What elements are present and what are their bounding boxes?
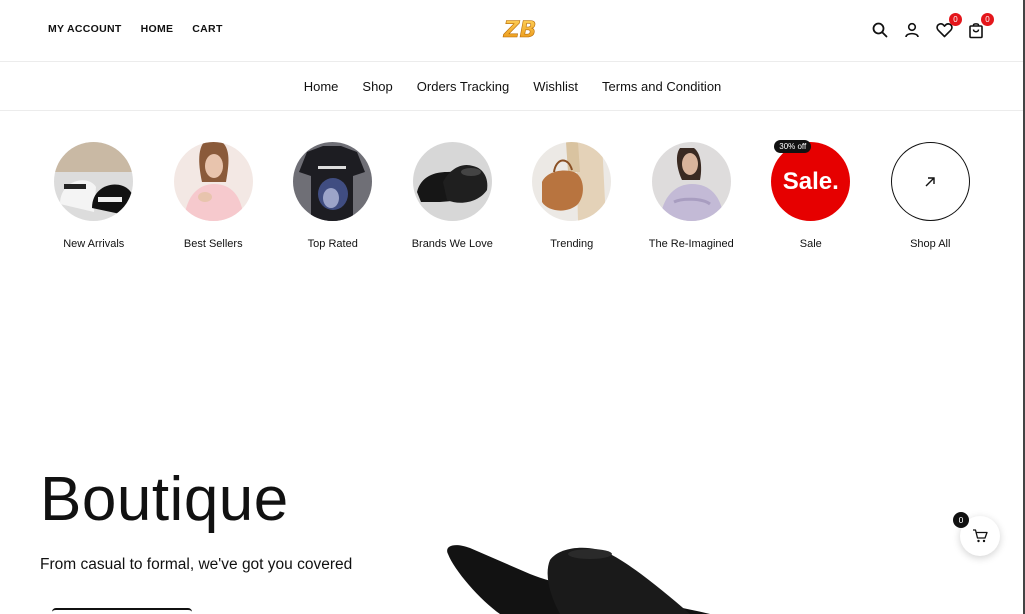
heart-icon	[935, 23, 953, 38]
cart-button[interactable]: 0	[967, 13, 994, 40]
category-image[interactable]	[293, 142, 373, 221]
user-icon[interactable]	[903, 20, 921, 40]
cart-count-badge: 0	[981, 13, 994, 26]
arrow-up-right-icon	[925, 176, 935, 186]
category-image[interactable]	[412, 142, 492, 221]
nav-home[interactable]: Home	[304, 79, 339, 94]
hero-subtitle: From casual to formal, we've got you cov…	[40, 556, 353, 573]
category-image[interactable]	[54, 142, 134, 221]
discount-badge: 30% off	[774, 140, 812, 153]
wishlist-button[interactable]: 0	[935, 13, 962, 40]
wishlist-count-badge: 0	[949, 13, 962, 26]
sale-circle-wrap[interactable]: 30% off Sale.	[771, 140, 851, 221]
logo-text: ZB	[503, 18, 537, 43]
shop-all-circle[interactable]	[890, 142, 970, 221]
bag-icon	[969, 22, 983, 38]
hero-title: Boutique	[40, 465, 289, 534]
category-sale[interactable]: 30% off Sale. Sale	[751, 140, 871, 250]
category-label[interactable]: Brands We Love	[412, 238, 493, 250]
main-nav: Home Shop Orders Tracking Wishlist Terms…	[0, 63, 1025, 111]
my-account-link[interactable]: MY ACCOUNT	[48, 23, 122, 35]
cart-link[interactable]: CART	[192, 23, 222, 35]
top-links: MY ACCOUNT HOME CART	[48, 23, 223, 35]
header-icons: 0 0	[871, 13, 994, 40]
logo[interactable]: ZB	[500, 15, 540, 43]
category-row: New Arrivals Best Sellers Top Rated Bran…	[34, 140, 991, 250]
sale-circle[interactable]: Sale.	[771, 142, 851, 221]
category-new-arrivals[interactable]: New Arrivals	[34, 142, 154, 250]
category-label[interactable]: The Re-Imagined	[649, 238, 734, 250]
category-best-sellers[interactable]: Best Sellers	[154, 142, 274, 250]
category-image[interactable]	[651, 142, 731, 221]
nav-orders-tracking[interactable]: Orders Tracking	[417, 79, 509, 94]
top-bar: MY ACCOUNT HOME CART ZB 0 0	[0, 0, 1025, 62]
category-label[interactable]: Sale	[800, 238, 822, 250]
hero-hat-image	[447, 545, 710, 614]
sale-circle-text: Sale.	[782, 167, 839, 195]
nav-shop[interactable]: Shop	[362, 79, 392, 94]
category-label[interactable]: Best Sellers	[184, 238, 243, 250]
nav-terms[interactable]: Terms and Condition	[602, 79, 721, 94]
category-top-rated[interactable]: Top Rated	[273, 142, 393, 250]
category-label[interactable]: Shop All	[910, 238, 950, 250]
category-brands-we-love[interactable]: Brands We Love	[393, 142, 513, 250]
category-label[interactable]: Trending	[550, 238, 593, 250]
search-icon[interactable]	[871, 20, 889, 40]
category-label[interactable]: Top Rated	[308, 238, 358, 250]
category-shop-all[interactable]: Shop All	[871, 142, 991, 250]
category-label[interactable]: New Arrivals	[63, 238, 124, 250]
home-link[interactable]: HOME	[141, 23, 174, 35]
category-re-imagined[interactable]: The Re-Imagined	[632, 142, 752, 250]
nav-wishlist[interactable]: Wishlist	[533, 79, 578, 94]
floating-cart-count: 0	[953, 512, 969, 528]
category-image[interactable]	[173, 142, 253, 221]
hero-shop-button[interactable]	[52, 608, 192, 614]
cart-icon	[973, 529, 988, 543]
category-image[interactable]	[532, 142, 612, 221]
category-trending[interactable]: Trending	[512, 142, 632, 250]
